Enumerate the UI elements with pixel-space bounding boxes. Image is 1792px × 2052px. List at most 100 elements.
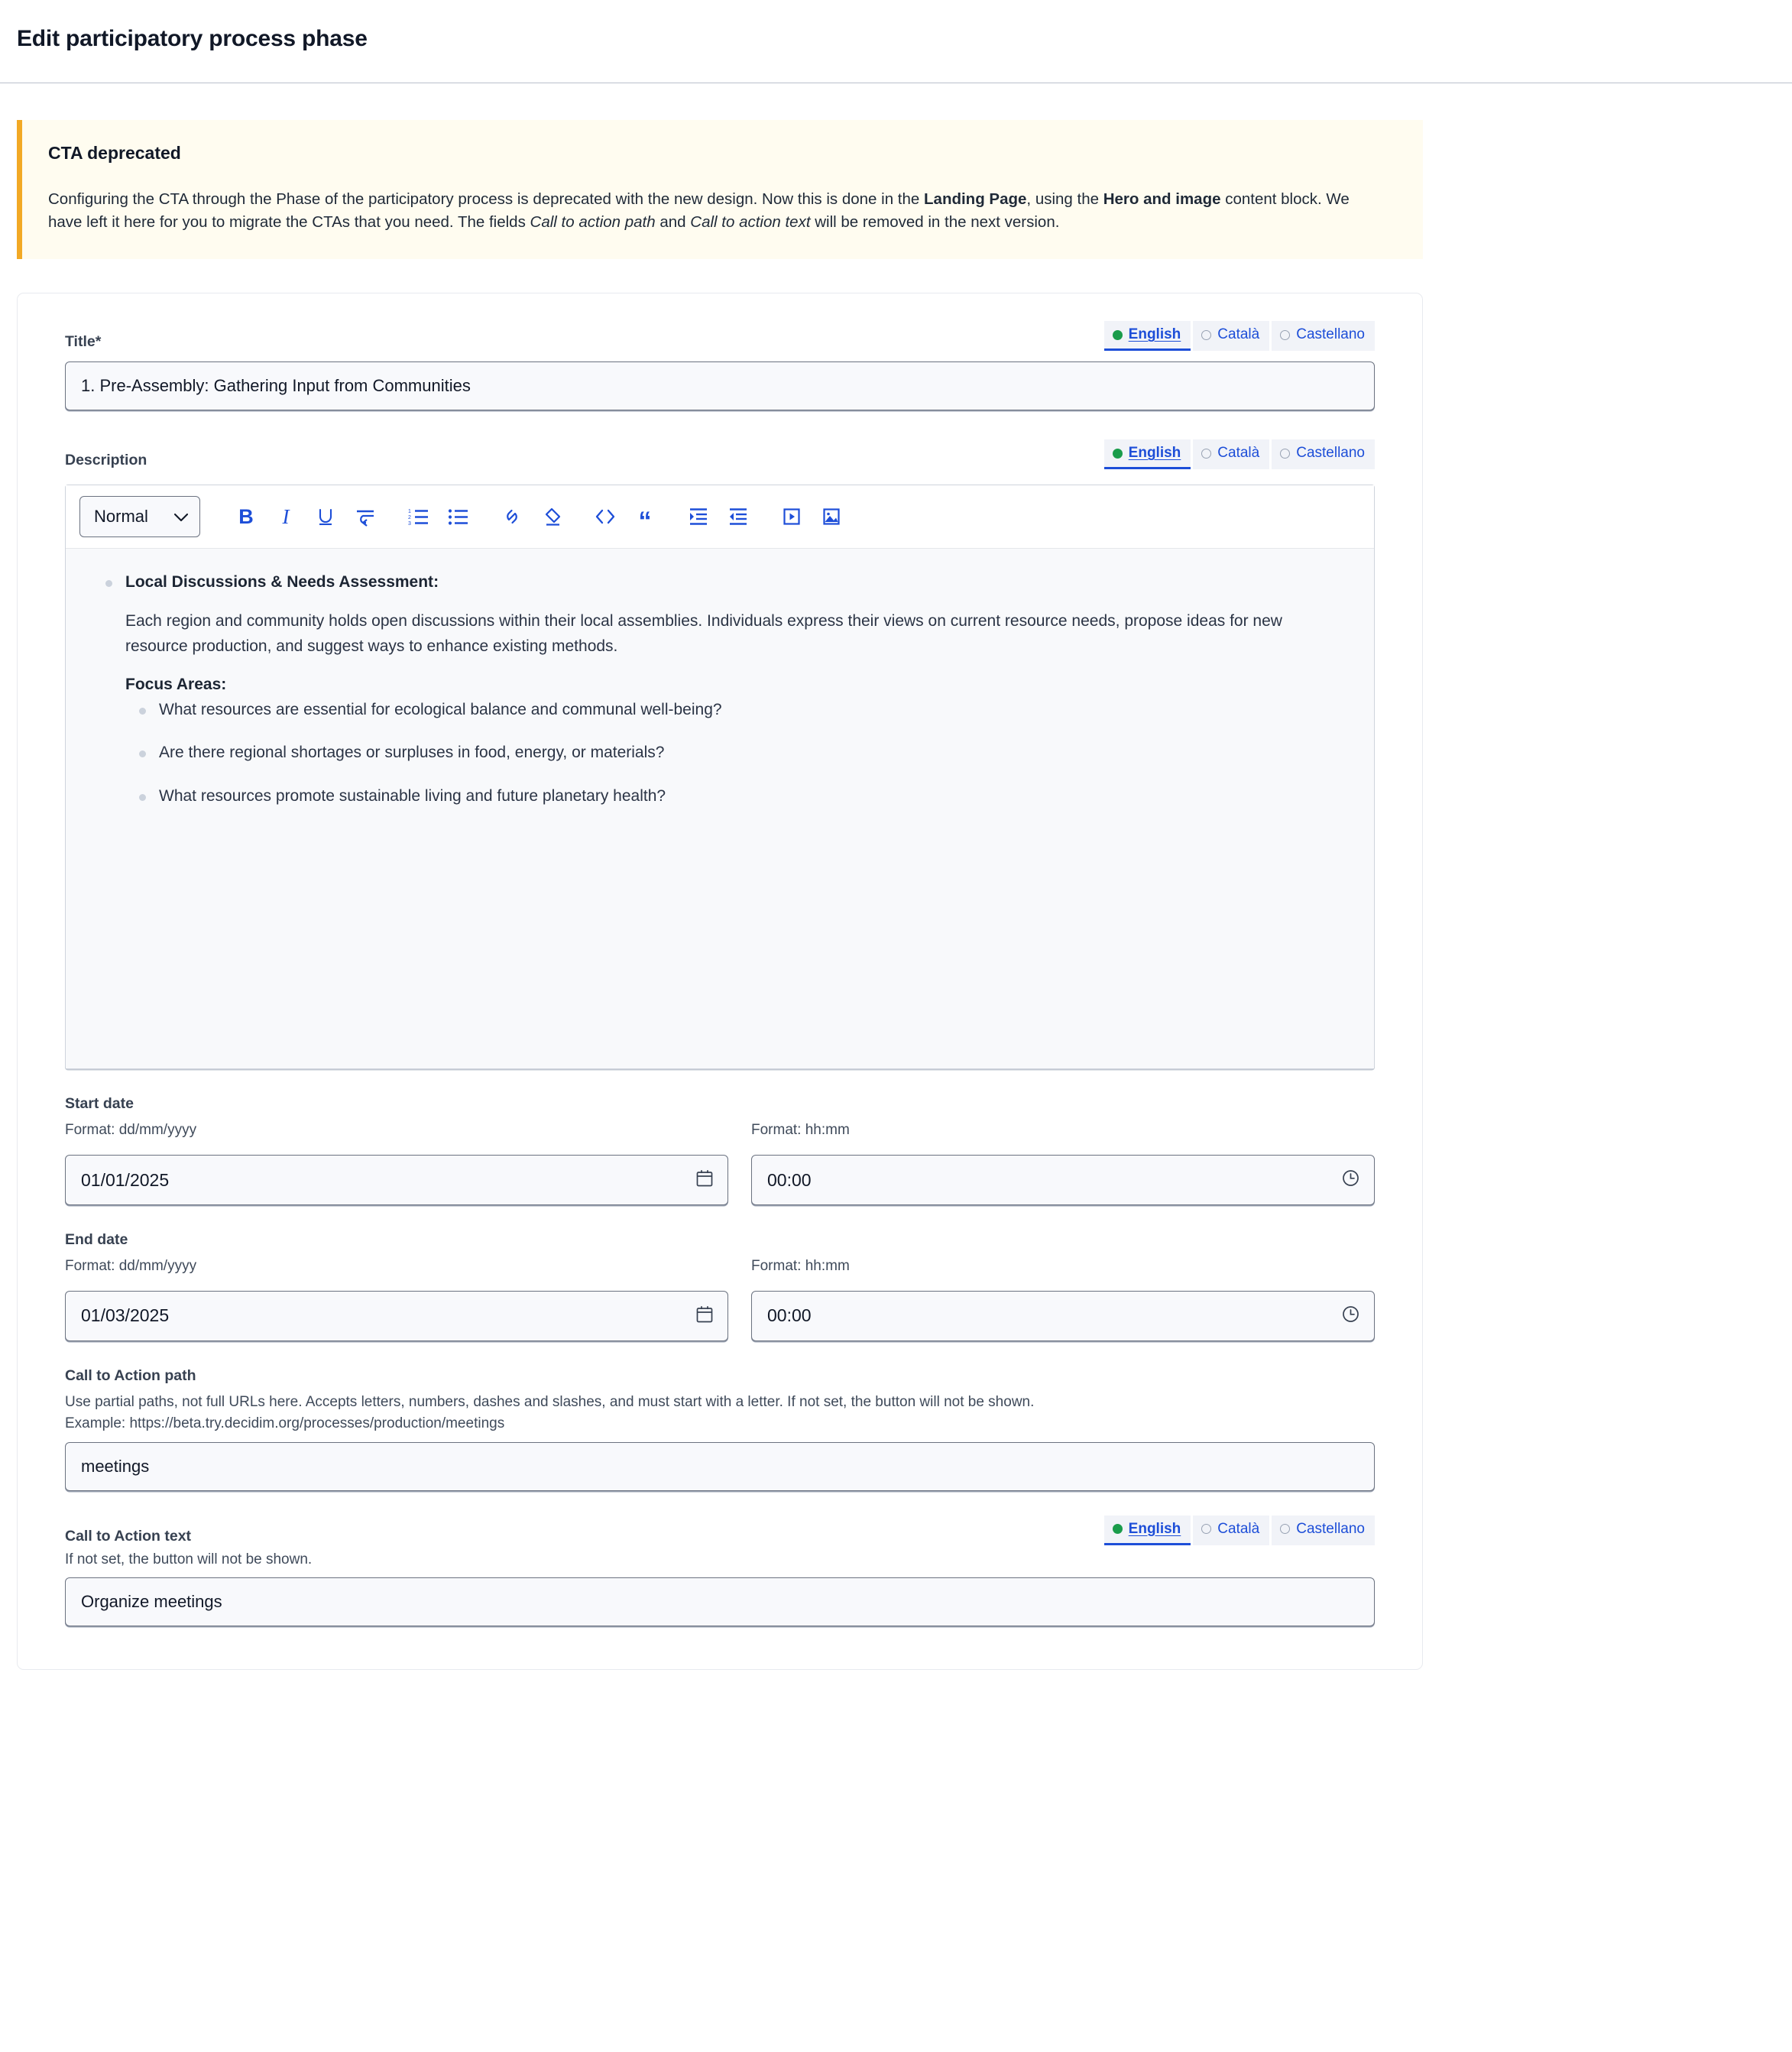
description-language-tabs: English Català Castellano [1104, 439, 1375, 469]
end-date-format-hint: Format: dd/mm/yyyy [65, 1256, 728, 1277]
form-card-container: Title* English Català Castellano Descr [0, 259, 1792, 1670]
callout-text-2: , using the [1026, 190, 1099, 208]
end-date-group: End date Format: dd/mm/yyyy Format: hh:m… [65, 1231, 1375, 1341]
description-label-row: Description English Català Castellano [65, 439, 1375, 469]
lang-tab-english-description[interactable]: English [1104, 439, 1191, 469]
outdent-icon[interactable] [718, 498, 758, 535]
inactive-language-circle-icon [1280, 330, 1290, 340]
end-date-inputs-row [65, 1291, 1375, 1341]
hard-break-icon[interactable] [345, 498, 385, 535]
svg-text:3: 3 [408, 521, 411, 527]
callout-text-5: will be removed in the next version. [815, 213, 1059, 231]
editor-bullet-list: Local Discussions & Needs Assessment: Ea… [92, 570, 1348, 809]
svg-text:1: 1 [408, 509, 411, 514]
rich-text-editor: Normal B I [65, 485, 1375, 1069]
bullet-list-icon[interactable] [439, 498, 478, 535]
editor-content-area[interactable]: Local Discussions & Needs Assessment: Ea… [66, 549, 1374, 1068]
cta-text-label: Call to Action text [65, 1528, 191, 1545]
cta-path-input[interactable] [65, 1442, 1375, 1491]
lang-tab-label: Castellano [1296, 445, 1365, 462]
editor-focus-item: Are there regional shortages or surpluse… [159, 741, 1348, 766]
title-label-row: Title* English Català Castellano [65, 321, 1375, 351]
lang-tab-castellano-description[interactable]: Castellano [1272, 439, 1375, 469]
lang-tab-english-title[interactable]: English [1104, 321, 1191, 351]
editor-paragraph: Each region and community holds open dis… [125, 609, 1348, 659]
editor-focus-item: What resources promote sustainable livin… [159, 784, 1348, 809]
start-date-label: Start date [65, 1095, 1375, 1113]
lang-tab-label: English [1129, 445, 1181, 462]
lang-tab-label: Castellano [1296, 326, 1365, 343]
lang-tab-label: Català [1217, 445, 1259, 462]
cta-text-label-row: Call to Action text English Català Caste… [65, 1515, 1375, 1545]
start-time-input-wrapper [751, 1155, 1375, 1205]
lang-tab-catala-description[interactable]: Català [1193, 439, 1269, 469]
end-time-format-hint: Format: hh:mm [751, 1256, 1375, 1277]
start-time-input[interactable] [751, 1155, 1375, 1205]
cta-path-group: Call to Action path Use partial paths, n… [65, 1367, 1375, 1491]
lang-tab-castellano-cta-text[interactable]: Castellano [1272, 1515, 1375, 1545]
lang-tab-label: Català [1217, 326, 1259, 343]
callout-text-1: Configuring the CTA through the Phase of… [48, 190, 919, 208]
title-label: Title* [65, 333, 101, 351]
paragraph-style-value: Normal [94, 507, 148, 527]
callout-text-4: and [659, 213, 685, 231]
ordered-list-icon[interactable]: 1 2 3 [399, 498, 439, 535]
inactive-language-circle-icon [1201, 449, 1211, 459]
erase-format-icon[interactable] [532, 498, 572, 535]
inactive-language-circle-icon [1201, 330, 1211, 340]
lang-tab-catala-title[interactable]: Català [1193, 321, 1269, 351]
bold-icon[interactable]: B [226, 498, 266, 535]
blockquote-icon[interactable]: “ [625, 498, 665, 535]
phase-form-card: Title* English Català Castellano Descr [17, 293, 1423, 1670]
underline-icon[interactable] [306, 498, 345, 535]
editor-toolbar-group-link [492, 498, 572, 535]
start-date-group: Start date Format: dd/mm/yyyy Format: hh… [65, 1095, 1375, 1205]
lang-tab-label: English [1129, 1521, 1181, 1538]
callout-bold-hero-and-image: Hero and image [1103, 190, 1221, 208]
editor-bullet-heading: Local Discussions & Needs Assessment [125, 573, 433, 591]
end-time-input[interactable] [751, 1291, 1375, 1341]
end-date-input-wrapper [65, 1291, 728, 1341]
editor-focus-areas-list: What resources are essential for ecologi… [125, 698, 1348, 809]
indent-icon[interactable] [679, 498, 718, 535]
code-block-icon[interactable] [585, 498, 625, 535]
inactive-language-circle-icon [1280, 449, 1290, 459]
editor-toolbar-group-lists: 1 2 3 [399, 498, 478, 535]
lang-tab-catala-cta-text[interactable]: Català [1193, 1515, 1269, 1545]
editor-focus-areas-label: Focus Areas: [125, 673, 1348, 698]
link-icon[interactable] [492, 498, 532, 535]
cta-text-group: Call to Action text English Català Caste… [65, 1515, 1375, 1627]
lang-tab-castellano-title[interactable]: Castellano [1272, 321, 1375, 351]
end-date-input[interactable] [65, 1291, 728, 1341]
cta-text-language-tabs: English Català Castellano [1104, 1515, 1375, 1545]
title-input[interactable] [65, 361, 1375, 410]
start-date-format-hint: Format: dd/mm/yyyy [65, 1120, 728, 1141]
description-field-group: Description English Català Castellano [65, 439, 1375, 1069]
paragraph-style-select[interactable]: Normal [79, 496, 200, 537]
start-date-inputs-row [65, 1155, 1375, 1205]
lang-tab-label: Castellano [1296, 1521, 1365, 1538]
editor-toolbar-group-code: “ [585, 498, 665, 535]
callout-title: CTA deprecated [48, 143, 1392, 164]
inactive-language-circle-icon [1280, 1524, 1290, 1534]
lang-tab-label: Català [1217, 1521, 1259, 1538]
italic-icon[interactable]: I [266, 498, 306, 535]
lang-tab-english-cta-text[interactable]: English [1104, 1515, 1191, 1545]
cta-text-hint: If not set, the button will not be shown… [65, 1550, 1375, 1571]
inactive-language-circle-icon [1201, 1524, 1211, 1534]
callout-italic-cta-path: Call to action path [530, 213, 656, 231]
cta-text-input[interactable] [65, 1577, 1375, 1626]
video-icon[interactable] [772, 498, 812, 535]
cta-path-hint-line-1: Use partial paths, not full URLs here. A… [65, 1392, 1375, 1413]
editor-bullet-heading-colon: : [433, 573, 439, 591]
start-date-hints-row: Format: dd/mm/yyyy Format: hh:mm [65, 1120, 1375, 1144]
start-date-input[interactable] [65, 1155, 728, 1205]
callout-bold-landing-page: Landing Page [924, 190, 1026, 208]
lang-tab-label: English [1129, 326, 1181, 343]
image-icon[interactable] [812, 498, 851, 535]
editor-toolbar-group-inline: B I [226, 498, 385, 535]
callout-italic-cta-text: Call to action text [690, 213, 810, 231]
end-date-hints-row: Format: dd/mm/yyyy Format: hh:mm [65, 1256, 1375, 1280]
cta-path-hint-line-2: Example: https://beta.try.decidim.org/pr… [65, 1414, 1375, 1434]
editor-focus-item: What resources are essential for ecologi… [159, 698, 1348, 723]
